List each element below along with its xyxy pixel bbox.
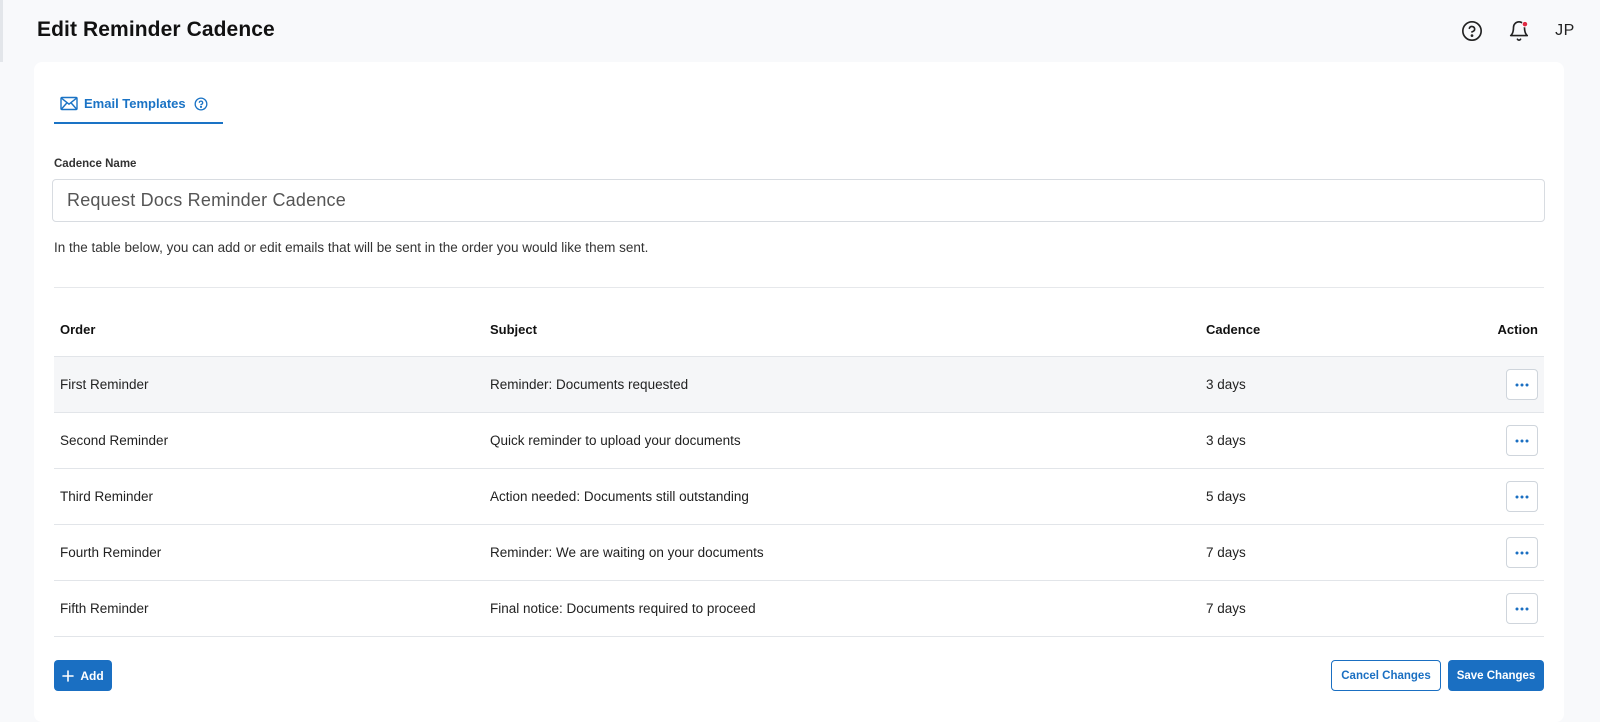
row-subject: Quick reminder to upload your documents (490, 433, 741, 448)
more-horizontal-icon (1515, 383, 1529, 386)
column-header-action: Action (1497, 322, 1538, 337)
table-row: First Reminder Reminder: Documents reque… (54, 357, 1544, 413)
help-circle-icon[interactable] (1460, 18, 1484, 44)
table-row: Fifth Reminder Final notice: Documents r… (54, 581, 1544, 637)
more-horizontal-icon (1515, 439, 1529, 442)
cadence-name-input[interactable] (52, 179, 1545, 222)
user-avatar[interactable]: JP (1552, 18, 1578, 44)
column-header-cadence: Cadence (1206, 322, 1261, 337)
divider (54, 287, 1544, 288)
help-circle-icon[interactable] (194, 97, 208, 116)
bell-icon[interactable] (1507, 18, 1531, 44)
tab-email-templates[interactable]: Email Templates (54, 94, 223, 124)
add-button-label: Add (80, 668, 104, 683)
row-cadence: 7 days (1206, 545, 1246, 560)
reminders-table: Order Subject Cadence Action First Remin… (54, 302, 1544, 637)
tab-label: Email Templates (84, 96, 186, 111)
page-title: Edit Reminder Cadence (37, 18, 275, 41)
row-action-button[interactable] (1506, 425, 1538, 456)
row-subject: Final notice: Documents required to proc… (490, 601, 756, 616)
row-subject: Reminder: We are waiting on your documen… (490, 545, 764, 560)
plus-icon (62, 669, 75, 682)
top-icons: JP (1460, 18, 1600, 44)
mail-icon (60, 96, 78, 116)
row-order: Fifth Reminder (60, 601, 149, 616)
notification-dot (1521, 20, 1529, 28)
row-order: Third Reminder (60, 489, 154, 504)
top-bar: Edit Reminder Cadence JP (0, 0, 1600, 62)
row-subject: Reminder: Documents requested (490, 377, 689, 392)
table-row: Third Reminder Action needed: Documents … (54, 469, 1544, 525)
table-header: Order Subject Cadence Action (54, 302, 1544, 357)
help-text: In the table below, you can add or edit … (54, 240, 649, 255)
row-action-button[interactable] (1506, 369, 1538, 400)
more-horizontal-icon (1515, 607, 1529, 610)
cadence-name-label: Cadence Name (54, 158, 137, 170)
row-action-button[interactable] (1506, 537, 1538, 568)
table-row: Second Reminder Quick reminder to upload… (54, 413, 1544, 469)
add-button[interactable]: Add (54, 660, 112, 691)
table-row: Fourth Reminder Reminder: We are waiting… (54, 525, 1544, 581)
row-action-button[interactable] (1506, 481, 1538, 512)
row-order: First Reminder (60, 377, 149, 392)
cancel-changes-button[interactable]: Cancel Changes (1331, 660, 1441, 691)
row-action-button[interactable] (1506, 593, 1538, 624)
more-horizontal-icon (1515, 551, 1529, 554)
column-header-order: Order (60, 322, 96, 337)
row-order: Fourth Reminder (60, 545, 162, 560)
main-card: Email Templates Cadence Name In the tabl… (34, 62, 1564, 722)
column-header-subject: Subject (490, 322, 537, 337)
row-cadence: 3 days (1206, 433, 1246, 448)
row-cadence: 5 days (1206, 489, 1246, 504)
row-cadence: 7 days (1206, 601, 1246, 616)
more-horizontal-icon (1515, 495, 1529, 498)
row-subject: Action needed: Documents still outstandi… (490, 489, 749, 504)
row-cadence: 3 days (1206, 377, 1246, 392)
save-changes-button[interactable]: Save Changes (1448, 660, 1544, 691)
row-order: Second Reminder (60, 433, 169, 448)
